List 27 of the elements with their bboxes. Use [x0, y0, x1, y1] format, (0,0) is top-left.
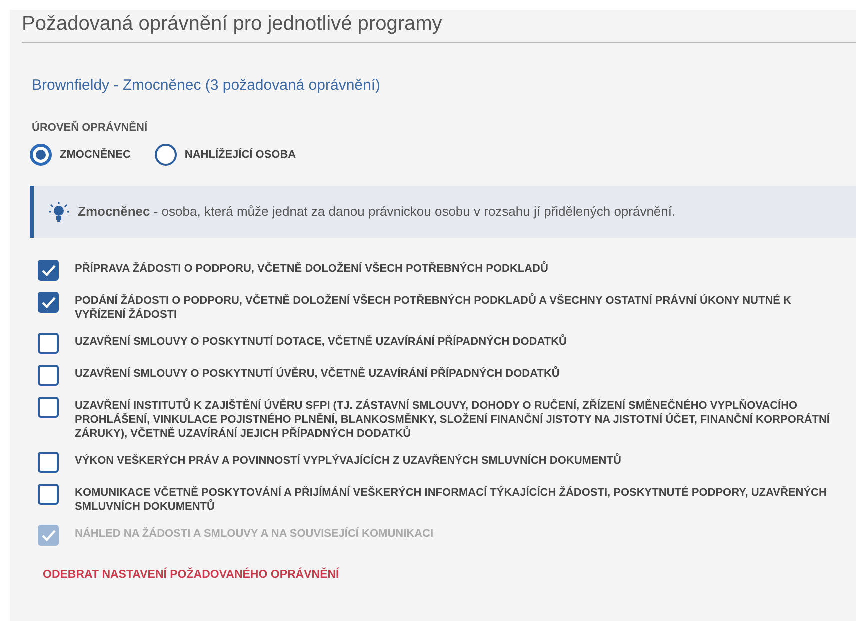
radio-label[interactable]: ZMOCNĚNEC: [60, 146, 131, 164]
checkmark-icon: [42, 264, 56, 276]
info-text: Zmocněnec - osoba, která může jednat za danou právnickou osobu v rozsahu jí přidělených oprávnění.: [78, 203, 676, 222]
checkbox[interactable]: [38, 292, 59, 313]
checkmark-icon: [42, 530, 56, 542]
program-heading: Brownfieldy - Zmocněnec (3 požadovaná oprávnění): [32, 76, 382, 96]
permission-label[interactable]: PŘÍPRAVA ŽÁDOSTI O PODPORU, VČETNĚ DOLOŽENÍ VŠECH POTŘEBNÝCH PODKLADŮ: [75, 260, 548, 276]
permission-label[interactable]: UZAVŘENÍ SMLOUVY O POSKYTNUTÍ ÚVĚRU, VČETNĚ UZAVÍRÁNÍ PŘÍPADNÝCH DODATKŮ: [75, 365, 560, 381]
checkbox[interactable]: [38, 484, 59, 505]
permission-label[interactable]: UZAVŘENÍ INSTITUTŮ K ZAJIŠTĚNÍ ÚVĚRU SFPI (TJ. ZÁSTAVNÍ SMLOUVY, DOHODY O RUČENÍ, ZŘÍZENÍ SMĚNEČNÉHO VYPLŇOVACÍHO PROHLÁŠENÍ, VINKULACE POJISTNÉHO PLNĚNÍ, BLANKOSMĚNKY, SLOŽENÍ FINANČNÍ JISTOTY NA JISTOTNÍ ÚČET, FINANČNÍ KORPORÁTNÍ ZÁRUKY), VČETNĚ UZAVÍRÁNÍ JEJICH PŘÍPADNÝCH DODATKŮ: [75, 397, 838, 441]
permission-label[interactable]: KOMUNIKACE VČETNĚ POSKYTOVÁNÍ A PŘIJÍMÁNÍ VEŠKERÝCH INFORMACÍ TÝKAJÍCÍCH ŽÁDOSTI, POSKYTNUTÉ PODPORY, UZAVŘENÝCH SMLUVNÍCH DOKUMENTŮ: [75, 484, 838, 514]
checkbox[interactable]: [38, 365, 59, 386]
remove-link[interactable]: ODEBRAT NASTAVENÍ POŽADOVANÉHO OPRÁVNĚNÍ: [43, 569, 340, 581]
checkbox[interactable]: [38, 452, 59, 473]
checkbox[interactable]: [38, 333, 59, 354]
permission-label[interactable]: UZAVŘENÍ SMLOUVY O POSKYTNUTÍ DOTACE, VČETNĚ UZAVÍRÁNÍ PŘÍPADNÝCH DODATKŮ: [75, 333, 567, 349]
radio-button[interactable]: [154, 144, 177, 166]
permission-label[interactable]: VÝKON VEŠKERÝCH PRÁV A POVINNOSTÍ VYPLÝVAJÍCÍCH Z UZAVŘENÝCH SMLUVNÍCH DOKUMENTŮ: [75, 452, 622, 468]
radio-button[interactable]: [30, 144, 52, 166]
section-title: Požadovaná oprávnění pro jednotlivé programy: [22, 10, 856, 43]
checkbox[interactable]: [38, 260, 59, 281]
checkbox[interactable]: [38, 397, 59, 418]
permission-label[interactable]: PODÁNÍ ŽÁDOSTI O PODPORU, VČETNĚ DOLOŽENÍ VŠECH POTŘEBNÝCH PODKLADŮ A VŠECHNY OSTATNÍ PRÁVNÍ ÚKONY NUTNÉ K VYŘÍZENÍ ŽÁDOSTI: [75, 292, 838, 322]
lightbulb-icon: [48, 201, 70, 223]
radio-label[interactable]: NAHLÍŽEJÍCÍ OSOBA: [184, 146, 296, 164]
level-label: ÚROVEŇ OPRÁVNĚNÍ: [32, 120, 149, 136]
checkmark-icon: [42, 296, 56, 308]
